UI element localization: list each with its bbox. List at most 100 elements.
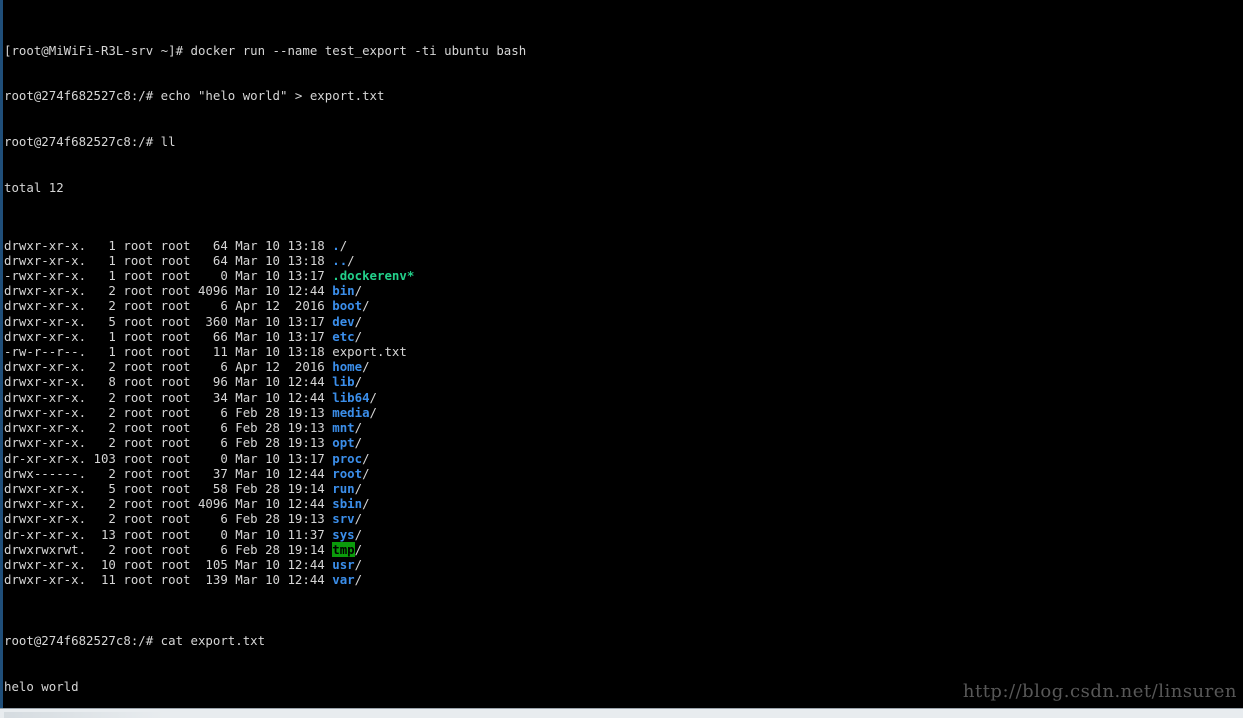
listing-row-name: proc [332,450,363,466]
listing-row-name: opt [332,435,355,451]
listing-row-name: lib [332,374,355,390]
listing-row-suffix: / [354,511,363,527]
listing-row-suffix: / [354,283,363,299]
listing-row-name: usr [332,557,355,573]
listing-row-name: . [332,237,340,253]
listing-row-meta: drwxr-xr-x. 2 root root 6 Apr 12 2016 [4,359,333,375]
listing-row-name: .dockerenv [332,267,407,283]
listing-row: drwxr-xr-x. 2 root root 6 Feb 28 19:13 s… [4,511,1243,526]
directory-listing: drwxr-xr-x. 1 root root 64 Mar 10 13:18 … [4,238,1243,588]
listing-row-name: bin [332,283,355,299]
listing-row-meta: drwxr-xr-x. 10 root root 105 Mar 10 12:4… [4,557,333,573]
listing-row-meta: drwxr-xr-x. 1 root root 66 Mar 10 13:17 [4,328,333,344]
terminal-line-command: root@274f682527c8:/# ll [4,133,176,149]
listing-row-meta: drwxr-xr-x. 2 root root 6 Feb 28 19:13 [4,511,333,527]
listing-row: drwxr-xr-x. 5 root root 360 Mar 10 13:17… [4,314,1243,329]
terminal-line-command: [root@MiWiFi-R3L-srv ~]# docker run --na… [4,42,527,58]
listing-row-name: run [332,481,355,496]
listing-row: drwxr-xr-x. 8 root root 96 Mar 10 12:44 … [4,374,1243,389]
listing-row-name: boot [332,298,363,314]
listing-row-meta: drwxr-xr-x. 5 root root 360 Mar 10 13:17 [4,313,333,329]
listing-row: drwxr-xr-x. 5 root root 58 Feb 28 19:14 … [4,481,1243,496]
listing-row-suffix: / [354,481,363,496]
listing-row-suffix: / [362,496,370,512]
listing-row-suffix: / [347,252,355,268]
listing-row-suffix: / [354,328,363,344]
listing-row-meta: drwxr-xr-x. 8 root root 96 Mar 10 12:44 [4,374,333,390]
listing-row: drwxr-xr-x. 2 root root 6 Apr 12 2016 bo… [4,298,1243,313]
listing-row: dr-xr-xr-x. 13 root root 0 Mar 10 11:37 … [4,527,1243,542]
listing-row: drwxr-xr-x. 2 root root 4096 Mar 10 12:4… [4,283,1243,298]
listing-row-name: srv [332,511,355,527]
listing-row-name: sys [332,526,355,542]
listing-row-meta: drwxrwxrwt. 2 root root 6 Feb 28 19:14 [4,541,333,557]
listing-row-meta: dr-xr-xr-x. 103 root root 0 Mar 10 13:17 [4,450,333,466]
listing-row-suffix: / [354,374,363,390]
terminal-line-command: root@274f682527c8:/# echo "helo world" >… [4,88,385,104]
listing-row-name: export.txt [332,344,407,360]
listing-row-suffix: / [362,450,370,466]
listing-row-suffix: / [362,298,370,314]
listing-row-meta: -rw-r--r--. 1 root root 11 Mar 10 13:18 [4,344,333,360]
listing-row-suffix: * [406,267,415,283]
listing-row-name: lib64 [332,389,370,405]
listing-row: dr-xr-xr-x. 103 root root 0 Mar 10 13:17… [4,451,1243,466]
listing-row: drwxr-xr-x. 2 root root 6 Feb 28 19:13 o… [4,435,1243,450]
listing-row-meta: -rwxr-xr-x. 1 root root 0 Mar 10 13:17 [4,267,333,283]
listing-row-meta: drwxr-xr-x. 5 root root 58 Feb 28 19:14 [4,481,333,496]
listing-row-meta: drwxr-xr-x. 2 root root 4096 Mar 10 12:4… [4,496,333,512]
listing-row-suffix: / [369,404,378,420]
listing-row-meta: drwxr-xr-x. 2 root root 4096 Mar 10 12:4… [4,283,333,299]
listing-row: -rwxr-xr-x. 1 root root 0 Mar 10 13:17 .… [4,268,1243,283]
listing-row-meta: drwxr-xr-x. 2 root root 34 Mar 10 12:44 [4,389,333,405]
desktop-taskbar[interactable] [0,708,1243,718]
listing-row-suffix: / [339,237,348,253]
listing-row-meta: drwxr-xr-x. 2 root root 6 Feb 28 19:13 [4,404,333,420]
listing-row-name: etc [332,328,355,344]
terminal-screen[interactable]: [root@MiWiFi-R3L-srv ~]# docker run --na… [4,0,1243,708]
listing-row-meta: drwxr-xr-x. 11 root root 139 Mar 10 12:4… [4,572,333,588]
listing-row: drwx------. 2 root root 37 Mar 10 12:44 … [4,466,1243,481]
listing-row-meta: drwx------. 2 root root 37 Mar 10 12:44 [4,465,333,481]
terminal-window[interactable]: [root@MiWiFi-R3L-srv ~]# docker run --na… [0,0,1243,718]
listing-row: drwxr-xr-x. 2 root root 6 Feb 28 19:13 m… [4,420,1243,435]
listing-row-name: media [332,404,370,420]
listing-row: drwxr-xr-x. 2 root root 6 Feb 28 19:13 m… [4,405,1243,420]
listing-row-meta: drwxr-xr-x. 1 root root 64 Mar 10 13:18 [4,237,333,253]
listing-row-name: home [332,359,363,375]
taskbar-window-button[interactable] [4,712,234,718]
window-left-edge [0,0,3,708]
listing-row-meta: drwxr-xr-x. 2 root root 6 Feb 28 19:13 [4,435,333,451]
listing-row: -rw-r--r--. 1 root root 11 Mar 10 13:18 … [4,344,1243,359]
listing-row-name: root [332,465,363,481]
terminal-line-output: helo world [4,678,79,694]
listing-row: drwxr-xr-x. 11 root root 139 Mar 10 12:4… [4,572,1243,587]
listing-row-meta: drwxr-xr-x. 2 root root 6 Apr 12 2016 [4,298,333,314]
listing-row-suffix: / [354,420,363,436]
listing-row-suffix: / [354,313,363,329]
listing-row-suffix: / [362,359,370,375]
listing-row-suffix: / [354,541,363,557]
listing-row: drwxr-xr-x. 2 root root 34 Mar 10 12:44 … [4,390,1243,405]
listing-row: drwxr-xr-x. 1 root root 66 Mar 10 13:17 … [4,329,1243,344]
listing-row-suffix: / [354,435,363,451]
listing-row: drwxr-xr-x. 1 root root 64 Mar 10 13:18 … [4,253,1243,268]
listing-row: drwxr-xr-x. 2 root root 6 Apr 12 2016 ho… [4,359,1243,374]
listing-row-suffix: / [354,526,363,542]
listing-row-suffix: / [362,465,370,481]
terminal-line-command: root@274f682527c8:/# cat export.txt [4,633,266,649]
listing-row-meta: drwxr-xr-x. 2 root root 6 Feb 28 19:13 [4,420,333,436]
listing-total: total 12 [4,179,64,195]
listing-row-name: var [332,572,355,588]
listing-row-meta: drwxr-xr-x. 1 root root 64 Mar 10 13:18 [4,252,333,268]
listing-row: drwxr-xr-x. 1 root root 64 Mar 10 13:18 … [4,238,1243,253]
listing-row-name: mnt [332,420,355,436]
listing-row-name: dev [332,313,355,329]
listing-row-name: .. [332,252,348,268]
listing-row-suffix: / [354,572,363,588]
listing-row-suffix: / [354,557,363,573]
listing-row-name: sbin [332,496,363,512]
listing-row-suffix: / [369,389,378,405]
listing-row-name: tmp [332,541,355,557]
listing-row-meta: dr-xr-xr-x. 13 root root 0 Mar 10 11:37 [4,526,333,542]
